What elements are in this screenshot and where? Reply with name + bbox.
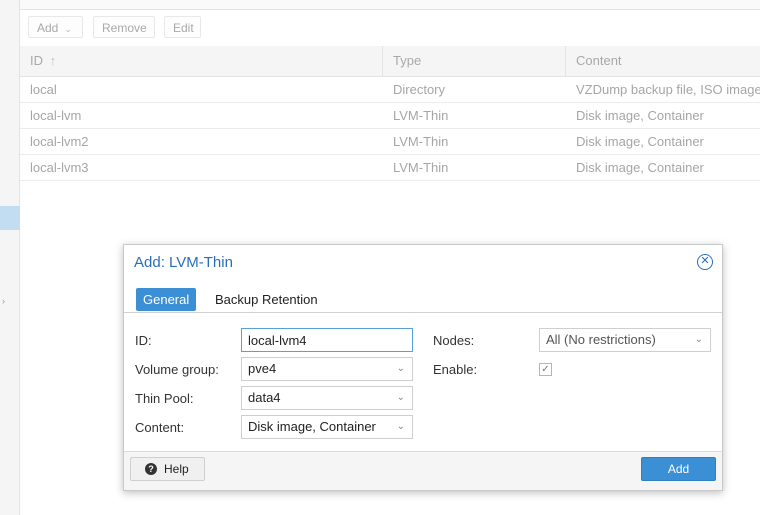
thin-pool-value: data4 bbox=[248, 390, 281, 405]
id-label: ID: bbox=[135, 333, 152, 348]
content-value: Disk image, Container bbox=[248, 419, 376, 434]
sidebar-selected-item[interactable] bbox=[0, 206, 20, 230]
nodes-label: Nodes: bbox=[433, 333, 475, 348]
toolbar: Add ⌄ Remove Edit bbox=[20, 10, 760, 47]
cell-id: local-lvm3 bbox=[30, 160, 89, 175]
column-header-id[interactable]: ID ↑ bbox=[20, 46, 383, 76]
cell-content: Disk image, Container bbox=[576, 134, 704, 149]
add-button[interactable]: Add bbox=[641, 457, 716, 481]
app-window: › Add ⌄ Remove Edit ID ↑ Type Content lo… bbox=[0, 0, 760, 515]
tab-backup-retention[interactable]: Backup Retention bbox=[208, 288, 325, 311]
add-menu-button[interactable]: Add ⌄ bbox=[28, 16, 83, 38]
enable-checkbox[interactable]: ✓ bbox=[539, 363, 552, 376]
tab-general[interactable]: General bbox=[136, 288, 197, 311]
chevron-down-icon: ⌄ bbox=[694, 334, 703, 345]
volume-group-label: Volume group: bbox=[135, 362, 219, 377]
thin-pool-label: Thin Pool: bbox=[135, 391, 194, 406]
chevron-down-icon: ⌄ bbox=[64, 24, 72, 34]
add-lvm-thin-dialog: Add: LVM-Thin ✕ General Backup Retention… bbox=[123, 244, 723, 491]
cell-content: VZDump backup file, ISO image bbox=[576, 82, 760, 97]
remove-button[interactable]: Remove bbox=[93, 16, 155, 38]
sidebar-expander-icon[interactable]: › bbox=[2, 296, 5, 306]
table-row[interactable]: local-lvm LVM-Thin Disk image, Container bbox=[20, 103, 760, 129]
volume-group-value: pve4 bbox=[248, 361, 277, 376]
column-header-type[interactable]: Type bbox=[383, 46, 566, 76]
cell-id: local-lvm bbox=[30, 108, 82, 123]
table-row[interactable]: local-lvm3 LVM-Thin Disk image, Containe… bbox=[20, 155, 760, 181]
cell-type: LVM-Thin bbox=[393, 134, 449, 149]
cell-content: Disk image, Container bbox=[576, 160, 704, 175]
table-row[interactable]: local Directory VZDump backup file, ISO … bbox=[20, 77, 760, 103]
add-menu-label: Add bbox=[37, 21, 59, 35]
grid-header: ID ↑ Type Content bbox=[20, 46, 760, 77]
chevron-down-icon: ⌄ bbox=[396, 421, 405, 432]
id-input[interactable] bbox=[241, 328, 413, 352]
panel-header-strip bbox=[20, 0, 760, 10]
volume-group-select[interactable]: pve4 ⌄ bbox=[241, 357, 413, 381]
cell-type: LVM-Thin bbox=[393, 108, 449, 123]
column-header-type-label: Type bbox=[393, 53, 422, 68]
remove-label: Remove bbox=[102, 21, 147, 35]
edit-button[interactable]: Edit bbox=[164, 16, 201, 38]
tab-divider bbox=[124, 312, 722, 313]
column-header-id-label: ID bbox=[30, 53, 43, 68]
edit-label: Edit bbox=[173, 21, 194, 35]
cell-id: local-lvm2 bbox=[30, 134, 89, 149]
help-icon: ? bbox=[145, 463, 157, 475]
column-header-content-label: Content bbox=[576, 53, 622, 68]
content-select[interactable]: Disk image, Container ⌄ bbox=[241, 415, 413, 439]
help-button[interactable]: ? Help bbox=[130, 457, 205, 481]
cell-id: local bbox=[30, 82, 57, 97]
nodes-select[interactable]: All (No restrictions) ⌄ bbox=[539, 328, 711, 352]
cell-type: LVM-Thin bbox=[393, 160, 449, 175]
chevron-down-icon: ⌄ bbox=[396, 363, 405, 374]
sidebar-strip: › bbox=[0, 0, 20, 515]
sort-ascending-icon: ↑ bbox=[49, 53, 57, 68]
column-header-content[interactable]: Content bbox=[566, 46, 760, 76]
chevron-down-icon: ⌄ bbox=[396, 392, 405, 403]
content-label: Content: bbox=[135, 420, 185, 435]
close-icon[interactable]: ✕ bbox=[697, 254, 713, 270]
cell-type: Directory bbox=[393, 82, 446, 97]
nodes-value: All (No restrictions) bbox=[546, 332, 656, 347]
table-row[interactable]: local-lvm2 LVM-Thin Disk image, Containe… bbox=[20, 129, 760, 155]
help-label: Help bbox=[164, 462, 189, 476]
check-icon: ✓ bbox=[541, 364, 550, 375]
enable-label: Enable: bbox=[433, 362, 478, 377]
dialog-footer: ? Help Add bbox=[124, 451, 722, 490]
dialog-title: Add: LVM-Thin bbox=[134, 254, 233, 271]
storage-grid: ID ↑ Type Content local Directory VZDump… bbox=[20, 46, 760, 181]
cell-content: Disk image, Container bbox=[576, 108, 704, 123]
thin-pool-select[interactable]: data4 ⌄ bbox=[241, 386, 413, 410]
